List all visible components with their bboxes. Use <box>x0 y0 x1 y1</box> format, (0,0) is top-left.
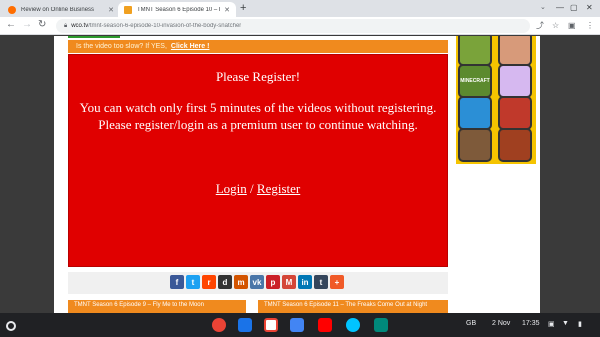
bookmark-star-icon[interactable]: ☆ <box>552 21 559 31</box>
chrome-app-icon[interactable] <box>212 318 226 332</box>
game-thumbnail[interactable] <box>458 96 492 130</box>
share-button-icon[interactable]: r <box>202 275 216 289</box>
play-store-app-icon[interactable] <box>346 318 360 332</box>
sidebar: MINECRAFT <box>452 36 538 313</box>
green-banner <box>68 36 120 38</box>
page-viewport: Is the video too slow? If YES, Click Her… <box>0 36 600 313</box>
share-button-icon[interactable]: + <box>330 275 344 289</box>
tab-tmnt[interactable]: TMNT Season 6 Episode 10 – In ✕ <box>118 2 236 17</box>
register-title: Please Register! <box>215 69 301 84</box>
tab-strip: Review on Online Business ✕ TMNT Season … <box>0 0 600 17</box>
game-thumbnail[interactable] <box>498 128 532 162</box>
share-button-icon[interactable]: p <box>266 275 280 289</box>
keyboard-layout[interactable]: GB <box>466 320 476 327</box>
gmail-app-icon[interactable] <box>264 318 278 332</box>
reload-icon[interactable]: ↻ <box>38 19 46 31</box>
browser-toolbar: ← → ↻ 🔒︎ wco.tv /tmnt-season-6-episode-1… <box>0 17 600 35</box>
click-here-link[interactable]: Click Here ! <box>171 43 210 50</box>
close-tab-icon[interactable]: ✕ <box>224 6 230 14</box>
tab-search-icon[interactable]: ⌄ <box>540 3 546 11</box>
forward-icon[interactable]: → <box>22 19 32 31</box>
login-link[interactable]: Login <box>216 181 247 196</box>
share-button-icon[interactable]: in <box>298 275 312 289</box>
game-thumbnail[interactable] <box>498 36 532 66</box>
tab-title: TMNT Season 6 Episode 10 – In <box>137 6 221 13</box>
register-message: You can watch only first 5 minutes of th… <box>79 100 437 132</box>
docs-app-icon[interactable] <box>290 318 304 332</box>
games-grid: MINECRAFT <box>456 36 536 164</box>
game-thumbnail[interactable] <box>498 96 532 130</box>
game-thumbnail[interactable] <box>458 36 492 66</box>
date-display[interactable]: 2 Nov <box>492 320 510 327</box>
url-path: /tmnt-season-6-episode-10-invasion-of-th… <box>88 23 242 29</box>
minimize-icon[interactable]: — <box>556 3 564 12</box>
share-button-icon[interactable]: m <box>234 275 248 289</box>
notification-icon[interactable]: ▣ <box>548 320 555 328</box>
extensions-icon[interactable]: ▣ <box>568 21 576 31</box>
page-content: Is the video too slow? If YES, Click Her… <box>54 36 540 313</box>
slow-video-text: Is the video too slow? If YES, <box>76 43 167 50</box>
close-tab-icon[interactable]: ✕ <box>108 6 114 14</box>
back-icon[interactable]: ← <box>6 19 16 31</box>
video-player-register-overlay: Please Register! You can watch only firs… <box>68 54 448 267</box>
auth-links: Login / Register <box>69 181 447 197</box>
share-buttons: f t r d m vk p Min t + <box>170 275 344 289</box>
previous-episode-link[interactable]: TMNT Season 6 Episode 9 – Fly Me to the … <box>68 300 246 313</box>
wifi-icon[interactable]: ▼ <box>562 320 569 327</box>
share-icon[interactable]: ⤴ <box>536 21 544 31</box>
game-thumbnail[interactable] <box>498 64 532 98</box>
share-button-icon[interactable]: f <box>170 275 184 289</box>
share-bar: f t r d m vk p Min t + <box>68 272 448 294</box>
launcher-icon[interactable] <box>6 321 16 331</box>
new-tab-button[interactable]: + <box>240 2 246 15</box>
os-shelf: GB 2 Nov 17:35 ▣ ▼ ▮ <box>0 313 600 337</box>
tab-favicon-icon <box>124 5 132 14</box>
next-episode-link[interactable]: TMNT Season 6 Episode 11 – The Freaks Co… <box>258 300 448 313</box>
address-bar[interactable]: 🔒︎ wco.tv /tmnt-season-6-episode-10-inva… <box>56 19 530 33</box>
register-link[interactable]: Register <box>257 181 300 196</box>
meet-app-icon[interactable] <box>374 318 388 332</box>
share-button-icon[interactable]: t <box>314 275 328 289</box>
tab-review[interactable]: Review on Online Business ✕ <box>2 2 120 17</box>
share-button-icon[interactable]: vk <box>250 275 264 289</box>
share-button-icon[interactable]: t <box>186 275 200 289</box>
youtube-app-icon[interactable] <box>318 318 332 332</box>
url-domain: wco.tv <box>71 23 89 29</box>
maximize-icon[interactable]: ▢ <box>570 3 578 12</box>
close-window-icon[interactable]: ✕ <box>586 3 593 12</box>
lock-icon[interactable]: 🔒︎ <box>64 23 67 30</box>
battery-icon[interactable]: ▮ <box>578 320 582 328</box>
clock[interactable]: 17:35 <box>522 320 540 327</box>
files-app-icon[interactable] <box>238 318 252 332</box>
share-button-icon[interactable]: M <box>282 275 296 289</box>
share-button-icon[interactable]: d <box>218 275 232 289</box>
tab-title: Review on Online Business <box>21 6 95 13</box>
tab-favicon-icon <box>8 5 16 14</box>
slow-video-notice: Is the video too slow? If YES, Click Her… <box>68 40 448 53</box>
menu-icon[interactable]: ⋮ <box>586 21 594 31</box>
game-thumbnail[interactable] <box>458 128 492 162</box>
game-thumbnail[interactable]: MINECRAFT <box>458 64 492 98</box>
auth-separator: / <box>250 181 254 196</box>
